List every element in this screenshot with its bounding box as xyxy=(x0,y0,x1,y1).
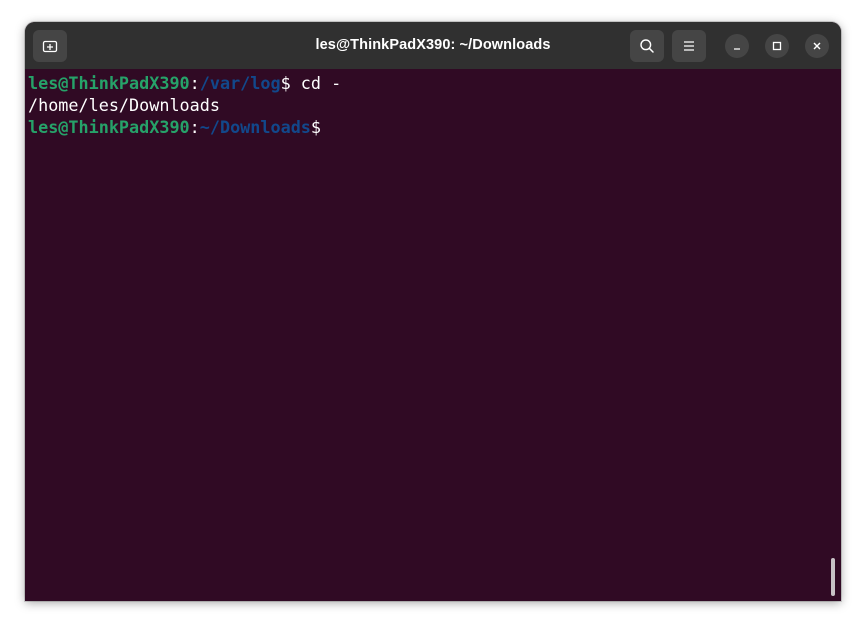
prompt-separator: : xyxy=(189,117,200,137)
terminal-line: les@ThinkPadX390:/var/log$ cd - xyxy=(28,72,841,94)
prompt-user-host: les@ThinkPadX390 xyxy=(28,73,190,93)
prompt-path: /var/log xyxy=(199,73,281,93)
close-button[interactable] xyxy=(805,34,829,58)
prompt-separator: : xyxy=(189,73,200,93)
hamburger-menu-icon xyxy=(682,40,696,52)
window-title: les@ThinkPadX390: ~/Downloads xyxy=(315,37,551,53)
minimize-icon xyxy=(732,41,742,51)
scrollbar[interactable] xyxy=(831,558,835,596)
terminal-line: /home/les/Downloads xyxy=(28,94,841,116)
prompt-command: $ cd - xyxy=(280,73,342,93)
search-button[interactable] xyxy=(630,30,664,62)
menu-button[interactable] xyxy=(672,30,706,62)
prompt-path: ~/Downloads xyxy=(199,117,311,137)
title-bar[interactable]: les@ThinkPadX390: ~/Downloads xyxy=(25,22,841,69)
prompt-symbol: $ xyxy=(310,117,322,137)
terminal-line: les@ThinkPadX390:~/Downloads$ xyxy=(28,116,841,138)
minimize-button[interactable] xyxy=(725,34,749,58)
terminal-area[interactable]: les@ThinkPadX390:/var/log$ cd - /home/le… xyxy=(25,69,841,601)
maximize-button[interactable] xyxy=(765,34,789,58)
maximize-icon xyxy=(772,41,782,51)
terminal-window: les@ThinkPadX390: ~/Downloads les@ThinkP… xyxy=(25,22,841,601)
command-output: /home/les/Downloads xyxy=(28,95,220,115)
close-icon xyxy=(812,41,822,51)
prompt-user-host: les@ThinkPadX390 xyxy=(28,117,190,137)
search-icon xyxy=(639,38,655,54)
